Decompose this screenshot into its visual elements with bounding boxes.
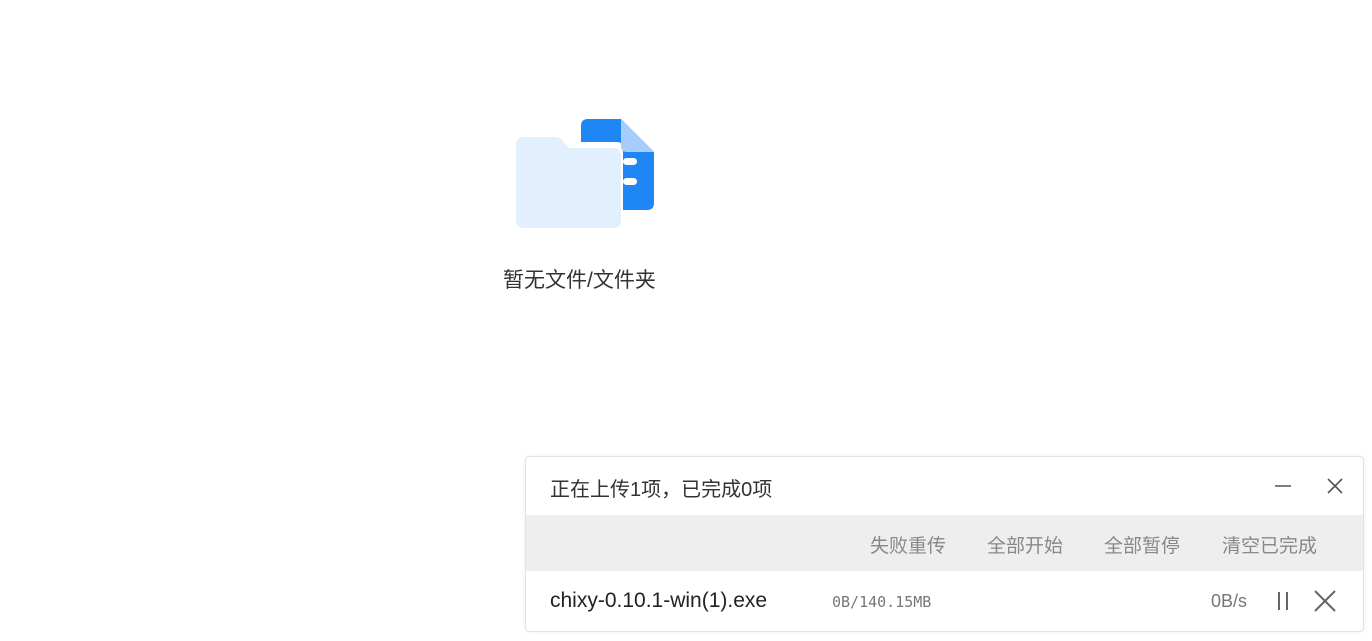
upload-status-title: 正在上传1项，已完成0项 [550, 479, 773, 501]
minimize-icon [1275, 485, 1291, 487]
pause-all-button[interactable]: 全部暂停 [1104, 531, 1180, 558]
empty-message: 暂无文件/文件夹 [503, 269, 656, 292]
empty-folder-document-icon [516, 119, 654, 228]
close-icon [1327, 478, 1343, 494]
upload-toolbar: 失败重传 全部开始 全部暂停 清空已完成 [526, 515, 1363, 571]
pause-upload-button[interactable] [1270, 588, 1296, 614]
retry-failed-button[interactable]: 失败重传 [870, 531, 946, 558]
close-panel-button[interactable] [1323, 474, 1347, 498]
remove-upload-button[interactable] [1312, 588, 1338, 614]
upload-panel: 正在上传1项，已完成0项 失败重传 全部开始 全部暂停 清空已完成 chixy-… [525, 456, 1364, 632]
file-progress: 0B/140.15MB [832, 593, 932, 611]
clear-completed-button[interactable]: 清空已完成 [1222, 531, 1317, 558]
upload-speed: 0B/s [1211, 591, 1248, 611]
minimize-button[interactable] [1271, 474, 1295, 498]
file-name: chixy-0.10.1-win(1).exe [550, 589, 768, 612]
start-all-button[interactable]: 全部开始 [987, 531, 1063, 558]
upload-item-row: chixy-0.10.1-win(1).exe 0B/140.15MB 0B/s [526, 571, 1363, 631]
close-icon [1314, 590, 1336, 612]
upload-panel-header: 正在上传1项，已完成0项 [526, 457, 1363, 515]
pause-icon [1278, 592, 1288, 610]
